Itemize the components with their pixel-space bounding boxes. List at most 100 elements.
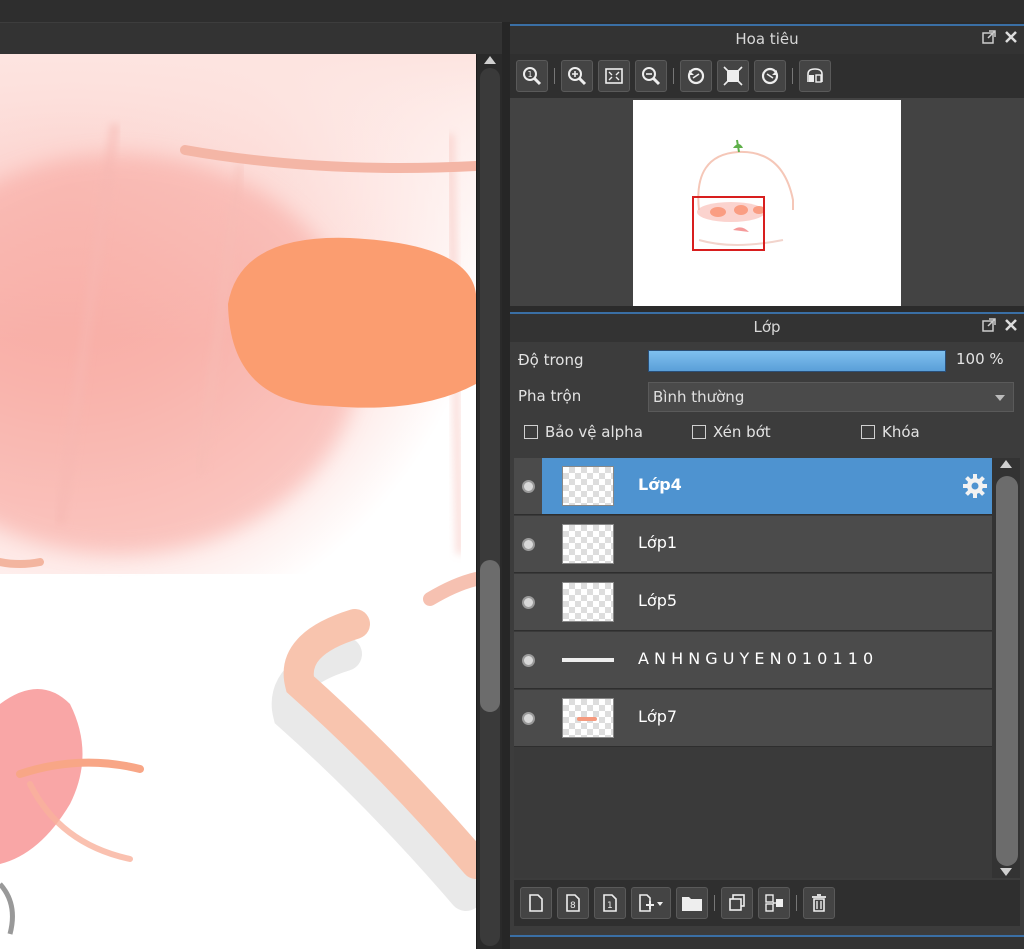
new-1bit-layer-button[interactable]: 1 <box>594 887 626 919</box>
duplicate-icon <box>729 894 745 911</box>
canvas-scrollbar[interactable] <box>476 54 502 949</box>
rotate-left-icon <box>687 67 705 85</box>
svg-text:8: 8 <box>570 901 576 911</box>
scroll-track[interactable] <box>480 68 500 946</box>
layer-1bit-icon: 1 <box>603 894 617 912</box>
new-8bit-layer-button[interactable]: 8 <box>557 887 589 919</box>
duplicate-layer-button[interactable] <box>721 887 753 919</box>
add-layer-menu-button[interactable] <box>631 887 671 919</box>
visibility-column[interactable] <box>514 690 542 746</box>
visibility-icon[interactable] <box>522 596 535 609</box>
rotate-right-button[interactable] <box>754 60 786 92</box>
checkbox-box[interactable] <box>861 425 875 439</box>
separator <box>796 895 797 911</box>
layer-toolbar: 8 1 <box>514 880 1020 926</box>
undock-icon[interactable] <box>982 318 996 332</box>
visibility-icon[interactable] <box>522 480 535 493</box>
layer-name: Lớp1 <box>638 533 678 552</box>
zoom-in-button[interactable] <box>561 60 593 92</box>
merge-down-button[interactable] <box>758 887 790 919</box>
separator <box>554 68 555 84</box>
clipping-checkbox[interactable]: Xén bớt <box>692 423 771 441</box>
checkbox-box[interactable] <box>524 425 538 439</box>
gear-icon[interactable] <box>962 473 988 499</box>
visibility-column[interactable] <box>514 458 542 514</box>
rotate-left-button[interactable] <box>680 60 712 92</box>
layer-name: Lớp4 <box>638 475 682 494</box>
visibility-icon[interactable] <box>522 712 535 725</box>
layer-title-bar: Lớp <box>510 312 1024 342</box>
new-layer-button[interactable] <box>520 887 552 919</box>
visibility-column[interactable] <box>514 574 542 630</box>
close-icon[interactable] <box>1004 318 1018 332</box>
fit-screen-button[interactable] <box>598 60 630 92</box>
close-icon[interactable] <box>1004 30 1018 44</box>
layer-8bit-icon: 8 <box>566 894 580 912</box>
panel-divider[interactable] <box>502 22 510 949</box>
layer-row-anhnguyen[interactable]: A N H N G U Y E N 0 1 0 1 1 0 <box>514 632 992 689</box>
scroll-down-icon[interactable] <box>1000 868 1012 876</box>
layer-name: Lớp5 <box>638 591 678 610</box>
scroll-thumb[interactable] <box>996 476 1018 866</box>
drawing-canvas[interactable] <box>0 54 476 949</box>
checkbox-box[interactable] <box>692 425 706 439</box>
separator <box>714 895 715 911</box>
zoom-actual-button[interactable]: 1 <box>516 60 548 92</box>
lock-checkbox[interactable]: Khóa <box>861 423 920 441</box>
svg-text:1: 1 <box>528 70 533 79</box>
visibility-column[interactable] <box>514 516 542 572</box>
opacity-label: Độ trong <box>518 351 584 369</box>
new-folder-button[interactable] <box>676 887 708 919</box>
fit-screen-icon <box>605 68 623 84</box>
flip-icon <box>807 68 823 83</box>
scroll-up-icon[interactable] <box>1000 460 1012 468</box>
fit-window-button[interactable] <box>717 60 749 92</box>
blend-mode-select[interactable]: Bình thường <box>648 382 1014 412</box>
delete-layer-button[interactable] <box>803 887 835 919</box>
blend-mode-value: Bình thường <box>653 388 745 406</box>
layer-name: A N H N G U Y E N 0 1 0 1 1 0 <box>638 649 874 668</box>
layer-thumbnail <box>562 524 614 564</box>
visibility-column[interactable] <box>514 632 542 688</box>
blend-row: Pha trộn Bình thường <box>510 378 1024 414</box>
navigator-title-bar: Hoa tiêu <box>510 24 1024 54</box>
rotate-right-icon <box>761 67 779 85</box>
undock-icon[interactable] <box>982 30 996 44</box>
add-layer-icon <box>639 894 663 912</box>
layer-thumbnail <box>562 640 614 680</box>
layer-row-lop4[interactable]: Lớp4 <box>514 458 992 515</box>
flip-button[interactable] <box>799 60 831 92</box>
zoom-in-icon <box>568 67 587 86</box>
layer-row-lop1[interactable]: Lớp1 <box>514 516 992 573</box>
navigator-preview[interactable] <box>510 98 1024 306</box>
layer-list-scrollbar[interactable] <box>992 458 1020 878</box>
lock-label: Khóa <box>882 423 920 441</box>
layer-name: Lớp7 <box>638 707 678 726</box>
layer-panel: Lớp Độ trong 100 % Pha trộn Bình thường … <box>510 312 1024 949</box>
canvas-thumbnail[interactable] <box>633 100 901 306</box>
protect-alpha-checkbox[interactable]: Bảo vệ alpha <box>524 423 643 441</box>
navigator-title: Hoa tiêu <box>735 30 799 48</box>
visibility-icon[interactable] <box>522 538 535 551</box>
layer-row-lop5[interactable]: Lớp5 <box>514 574 992 631</box>
separator <box>792 68 793 84</box>
chevron-down-icon <box>995 395 1005 401</box>
fit-window-icon <box>723 66 743 86</box>
layer-options: Bảo vệ alpha Xén bớt Khóa <box>510 414 1024 450</box>
navigator-toolbar: 1 <box>510 54 1024 98</box>
blend-label: Pha trộn <box>518 387 582 405</box>
next-panel-header <box>510 935 1024 949</box>
scroll-up-icon[interactable] <box>484 56 496 64</box>
zoom-out-button[interactable] <box>635 60 667 92</box>
layer-row-lop7[interactable]: Lớp7 <box>514 690 992 747</box>
opacity-value: 100 % <box>956 350 1004 368</box>
trash-icon <box>812 894 826 912</box>
canvas-header <box>0 22 510 54</box>
zoom-actual-icon: 1 <box>523 67 542 86</box>
opacity-slider[interactable] <box>648 350 946 372</box>
scroll-thumb[interactable] <box>480 560 500 712</box>
folder-icon <box>682 897 702 911</box>
zoom-out-icon <box>642 67 661 86</box>
visibility-icon[interactable] <box>522 654 535 667</box>
svg-text:1: 1 <box>607 901 613 911</box>
